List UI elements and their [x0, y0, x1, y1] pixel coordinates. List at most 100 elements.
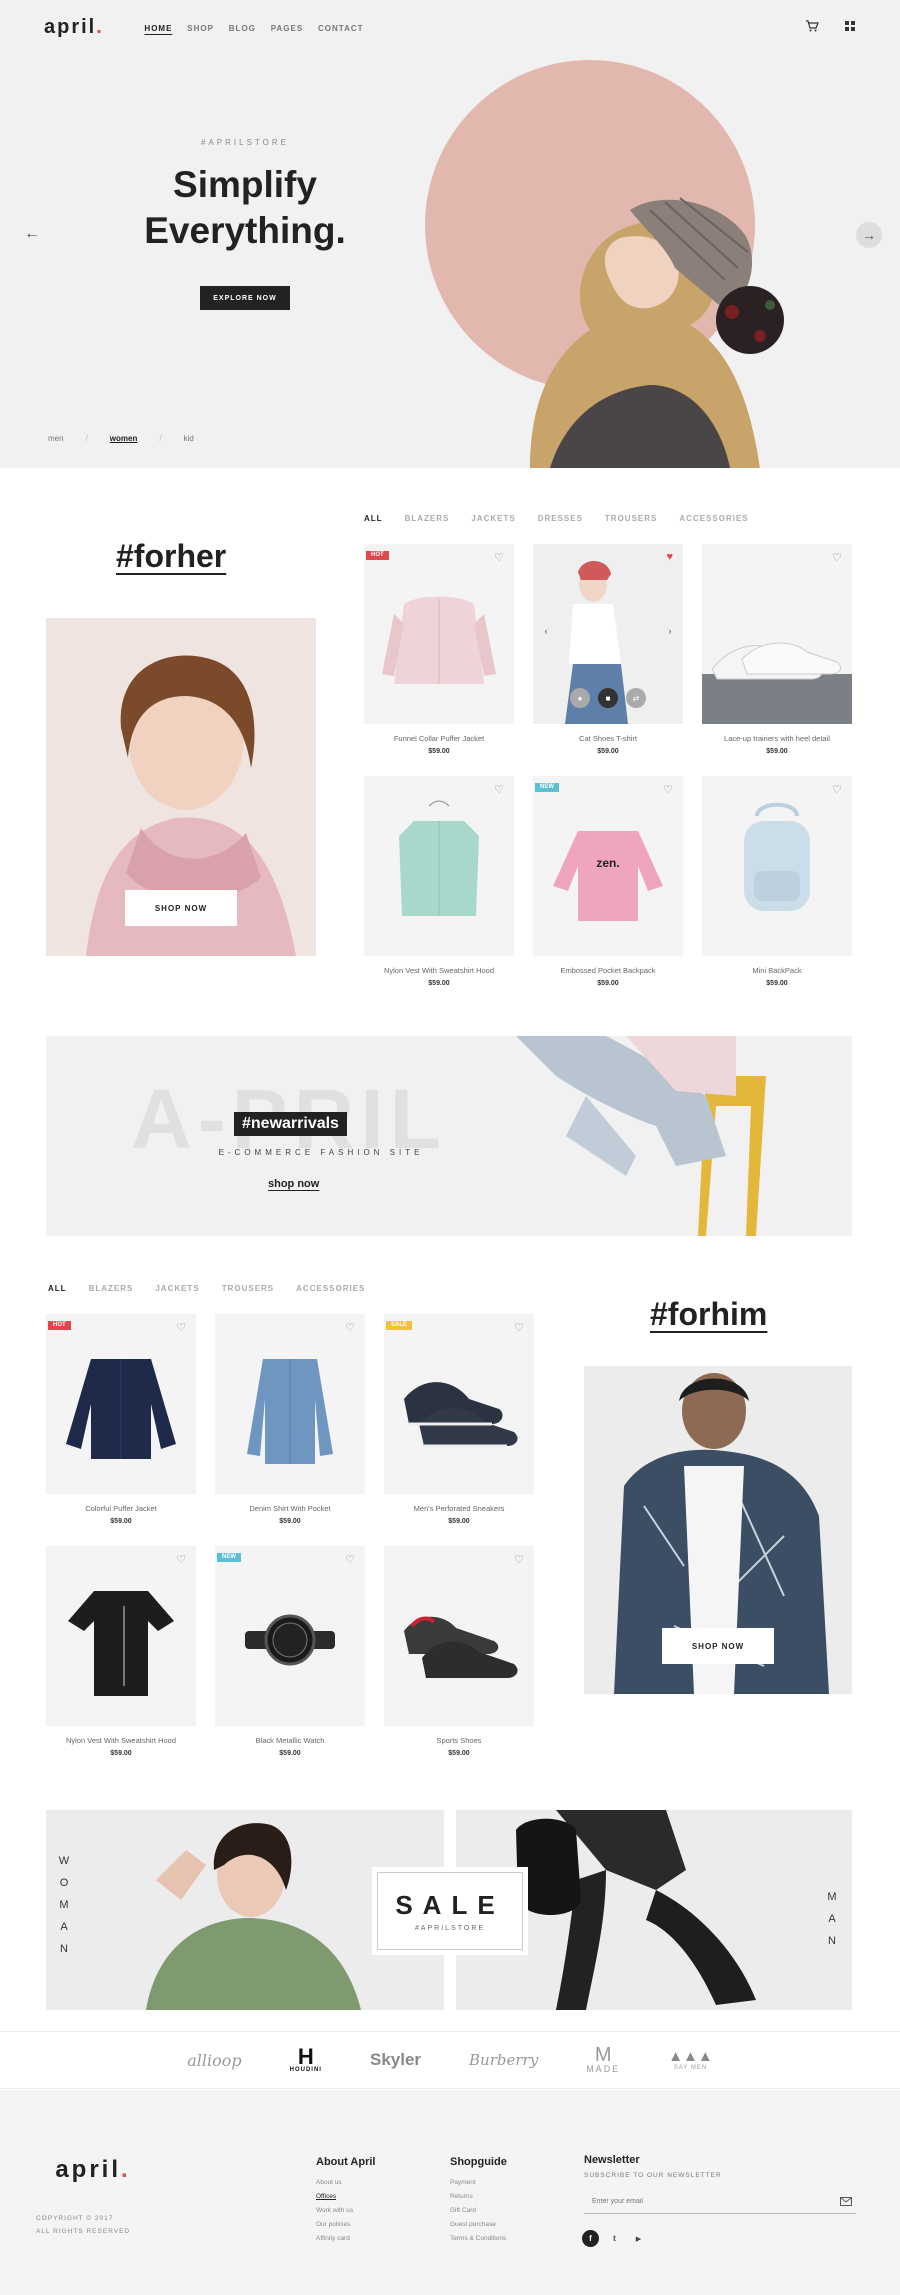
wishlist-heart-icon[interactable]: ♡	[345, 1553, 355, 1566]
gender-link-kid[interactable]: kid	[184, 434, 194, 443]
hero-title: Simplify Everything.	[110, 162, 380, 254]
hero-slider: april. HOME SHOP BLOG PAGES CONTACT #APR…	[0, 0, 900, 468]
wishlist-heart-icon[interactable]: ♡	[176, 1321, 186, 1334]
product-price: $59.00	[448, 1750, 470, 1757]
product-name[interactable]: Colorful Puffer Jacket	[46, 1504, 196, 1513]
footer-link[interactable]: Guest purchase	[450, 2218, 507, 2232]
nav-item-pages[interactable]: PAGES	[271, 24, 303, 33]
product-name[interactable]: Funnel Collar Puffer Jacket	[364, 734, 514, 743]
newsletter-email-input[interactable]	[584, 2198, 836, 2205]
slider-prev-button[interactable]: ←	[22, 225, 42, 242]
product-card-image[interactable]: SALE ♡	[384, 1314, 534, 1494]
wishlist-heart-icon[interactable]: ♡	[832, 783, 842, 796]
wishlist-heart-icon[interactable]: ♡	[494, 551, 504, 564]
brand-logo[interactable]: H HOUDINI	[290, 2046, 322, 2074]
facebook-icon[interactable]: f	[582, 2230, 599, 2247]
gender-link-men[interactable]: men	[48, 434, 64, 443]
product-card-image[interactable]: ♡	[46, 1546, 196, 1726]
product-name[interactable]: Nylon Vest With Sweatshirt Hood	[46, 1736, 196, 1745]
product-card-image[interactable]: ♡	[702, 776, 852, 956]
wishlist-heart-icon[interactable]: ♡	[176, 1553, 186, 1566]
product-name[interactable]: Black Metallic Watch	[215, 1736, 365, 1745]
newsletter-block: Newsletter SUBSCRIBE TO OUR NEWSLETTER	[578, 2150, 864, 2224]
wishlist-heart-icon[interactable]: ♡	[494, 783, 504, 796]
wishlist-heart-filled-icon[interactable]: ♥	[666, 551, 673, 563]
product-card-image[interactable]: ♡	[384, 1546, 534, 1726]
add-to-cart-button[interactable]: ■	[598, 688, 618, 708]
twitter-icon[interactable]: t	[606, 2230, 623, 2247]
footer-link[interactable]: About us	[316, 2176, 375, 2190]
product-card-image[interactable]: HOT ♡	[364, 544, 514, 724]
footer-link[interactable]: Our policies	[316, 2218, 375, 2232]
slider-next-button[interactable]: →	[856, 222, 882, 248]
tab-trousers[interactable]: TROUSERS	[605, 514, 657, 523]
product-card-image[interactable]: ♡	[215, 1314, 365, 1494]
tab-blazers[interactable]: BLAZERS	[405, 514, 450, 523]
tab-dresses[interactable]: DRESSES	[538, 514, 583, 523]
brand-logo[interactable]: M MADE	[586, 2045, 620, 2074]
footer-logo[interactable]: april.	[36, 2150, 150, 2190]
perforated-sneakers-image	[404, 1382, 518, 1448]
tab-blazers[interactable]: BLAZERS	[89, 1284, 134, 1293]
sale-box[interactable]: SALE #APRILSTORE	[372, 1867, 528, 1955]
copyright: COPYRIGHT © 2017 ALL RIGHTS RESERVED	[36, 2212, 150, 2238]
for-him-shop-now-button[interactable]: SHOP NOW	[662, 1628, 774, 1664]
brand-logo[interactable]: allioop	[187, 2051, 241, 2070]
gender-link-women[interactable]: women	[110, 434, 138, 443]
tab-jackets[interactable]: JACKETS	[155, 1284, 199, 1293]
compare-button[interactable]: ⇄	[626, 688, 646, 708]
nav-item-contact[interactable]: CONTACT	[318, 24, 364, 33]
product-card-image[interactable]: NEW ♡	[215, 1546, 365, 1726]
product-name[interactable]: Lace-up trainers with heel detail	[702, 734, 852, 743]
tab-all[interactable]: ALL	[48, 1284, 67, 1293]
footer-link[interactable]: Terms & Conditions	[450, 2232, 507, 2246]
card-next-icon[interactable]: ›	[665, 626, 675, 636]
wishlist-heart-icon[interactable]: ♡	[663, 783, 673, 796]
tab-accessories[interactable]: ACCESSORIES	[679, 514, 748, 523]
header-logo[interactable]: april.	[44, 13, 118, 41]
footer-link[interactable]: Gift Card	[450, 2204, 507, 2218]
product-name[interactable]: Men's Perforated Sneakers	[384, 1504, 534, 1513]
product-name[interactable]: Denim Shirt With Pocket	[215, 1504, 365, 1513]
youtube-icon[interactable]: ▶	[630, 2230, 647, 2247]
wishlist-heart-icon[interactable]: ♡	[514, 1321, 524, 1334]
tab-trousers[interactable]: TROUSERS	[222, 1284, 274, 1293]
nav-item-shop[interactable]: SHOP	[187, 24, 214, 33]
quick-view-button[interactable]: ●	[570, 688, 590, 708]
product-card-image[interactable]: ♡	[702, 544, 852, 724]
footer-link[interactable]: Payment	[450, 2176, 507, 2190]
footer-link[interactable]: Offices	[316, 2190, 375, 2204]
product-name[interactable]: Cat Shoes T-shirt	[533, 734, 683, 743]
product-name[interactable]: Sports Shoes	[384, 1736, 534, 1745]
tab-all[interactable]: ALL	[364, 514, 383, 523]
for-her-shop-now-button[interactable]: SHOP NOW	[125, 890, 237, 926]
tab-accessories[interactable]: ACCESSORIES	[296, 1284, 365, 1293]
nav-item-home[interactable]: HOME	[144, 24, 172, 33]
send-button[interactable]	[836, 2192, 856, 2212]
footer-link[interactable]: Returns	[450, 2190, 507, 2204]
tab-jackets[interactable]: JACKETS	[471, 514, 515, 523]
cart-button[interactable]	[800, 14, 824, 38]
product-card-image[interactable]: ♥ ‹ › ● ■ ⇄	[533, 544, 683, 724]
brand-logo[interactable]: Skyler	[370, 2050, 421, 2070]
product-name[interactable]: Embossed Pocket Backpack	[533, 966, 683, 975]
wishlist-heart-icon[interactable]: ♡	[345, 1321, 355, 1334]
footer-link[interactable]: Affinity card	[316, 2232, 375, 2246]
explore-now-button[interactable]: EXPLORE NOW	[200, 286, 290, 310]
nav-item-blog[interactable]: BLOG	[229, 24, 256, 33]
product-card-image[interactable]: ♡	[364, 776, 514, 956]
product-card-image[interactable]: NEW ♡ zen.	[533, 776, 683, 956]
new-arrivals-subtitle: E-COMMERCE FASHION SITE	[218, 1148, 424, 1157]
wishlist-heart-icon[interactable]: ♡	[514, 1553, 524, 1566]
product-name[interactable]: Mini BackPack	[702, 966, 852, 975]
footer-link[interactable]: Work with us	[316, 2204, 375, 2218]
brand-logo[interactable]: Burberry	[469, 2051, 538, 2069]
brand-logo[interactable]: ▲▲▲ SAY MEN	[668, 2049, 713, 2072]
card-prev-icon[interactable]: ‹	[541, 626, 551, 636]
newsletter-form	[584, 2190, 856, 2214]
product-card-image[interactable]: HOT ♡	[46, 1314, 196, 1494]
shop-now-link[interactable]: shop now	[268, 1178, 319, 1190]
product-name[interactable]: Nylon Vest With Sweatshirt Hood	[364, 966, 514, 975]
wishlist-heart-icon[interactable]: ♡	[832, 551, 842, 564]
menu-button[interactable]	[838, 14, 862, 38]
